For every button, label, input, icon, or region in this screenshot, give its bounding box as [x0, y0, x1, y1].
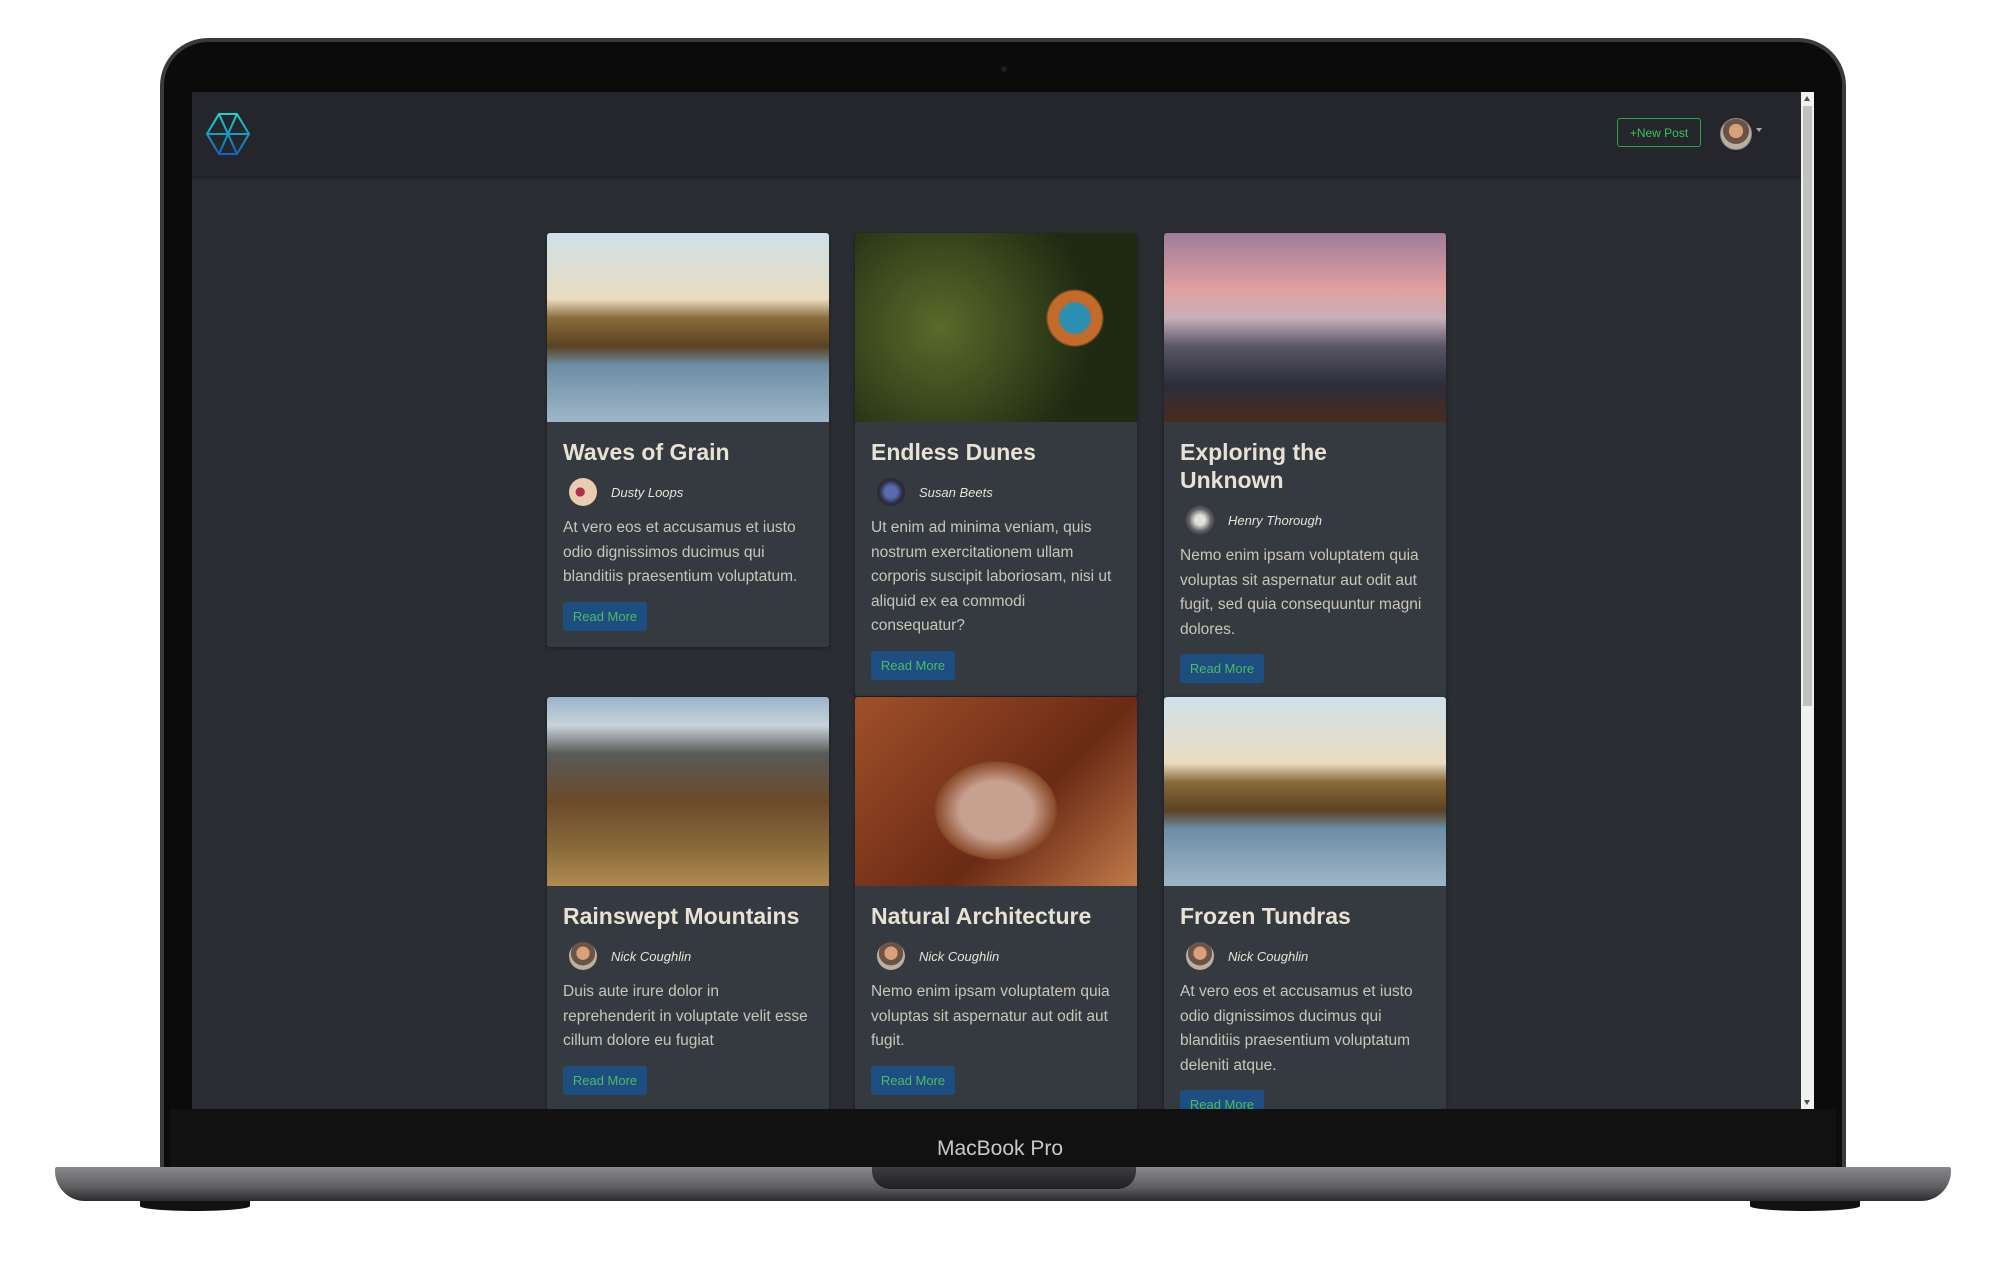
author-name: Dusty Loops [611, 484, 684, 500]
navbar: +New Post [192, 92, 1801, 176]
author-name: Nick Coughlin [611, 948, 692, 964]
post-image[interactable] [855, 697, 1137, 886]
post-title[interactable]: Waves of Grain [563, 438, 813, 466]
device-label: MacBook Pro [936, 1137, 1064, 1160]
post-excerpt: Nemo enim ipsam voluptatem quia voluptas… [871, 983, 1110, 1049]
post-title[interactable]: Frozen Tundras [1180, 902, 1430, 930]
post-card: Natural Architecture Nick Coughlin Nemo … [855, 697, 1137, 1109]
read-more-button[interactable]: Read More [871, 1065, 955, 1095]
post-image[interactable] [855, 233, 1137, 422]
post-card: Endless Dunes Susan Beets Ut enim ad min… [855, 233, 1137, 696]
laptop-notch [872, 1167, 1136, 1189]
laptop-foot [140, 1201, 250, 1211]
author-avatar [1186, 942, 1214, 970]
author-name: Henry Thorough [1228, 512, 1322, 528]
scrollbar[interactable] [1801, 92, 1814, 1109]
post-card: Exploring the Unknown Henry Thorough Nem… [1164, 233, 1446, 699]
post-image[interactable] [547, 233, 829, 422]
post-author: Dusty Loops [569, 478, 813, 506]
author-name: Nick Coughlin [919, 948, 1000, 964]
author-avatar [877, 478, 905, 506]
caret-down-icon[interactable] [1756, 128, 1762, 132]
post-title[interactable]: Exploring the Unknown [1180, 438, 1430, 494]
post-excerpt: Duis aute irure dolor in reprehenderit i… [563, 983, 808, 1049]
camera [1001, 66, 1007, 72]
read-more-button[interactable]: Read More [563, 601, 647, 631]
post-author: Susan Beets [877, 478, 1121, 506]
post-image[interactable] [1164, 697, 1446, 886]
read-more-button[interactable]: Read More [1180, 654, 1264, 683]
author-avatar [569, 942, 597, 970]
post-author: Nick Coughlin [569, 942, 813, 970]
new-post-button[interactable]: +New Post [1617, 118, 1701, 147]
post-author: Henry Thorough [1186, 506, 1430, 534]
post-image[interactable] [547, 697, 829, 886]
post-author: Nick Coughlin [1186, 942, 1430, 970]
author-avatar [877, 942, 905, 970]
post-excerpt: Ut enim ad minima veniam, quis nostrum e… [871, 519, 1112, 634]
read-more-button[interactable]: Read More [1180, 1090, 1264, 1109]
post-author: Nick Coughlin [877, 942, 1121, 970]
read-more-button[interactable]: Read More [563, 1065, 647, 1095]
screen: +New Post Waves of Grain Dusty Loops At … [192, 92, 1814, 1109]
post-card: Waves of Grain Dusty Loops At vero eos e… [547, 233, 829, 647]
read-more-button[interactable]: Read More [871, 650, 955, 680]
author-avatar [1186, 506, 1214, 534]
author-name: Susan Beets [919, 484, 993, 500]
logo-icon[interactable] [205, 112, 251, 156]
scroll-down-arrow-icon[interactable] [1804, 1100, 1810, 1105]
post-image[interactable] [1164, 233, 1446, 422]
post-excerpt: At vero eos et accusamus et iusto odio d… [563, 519, 798, 585]
post-card: Frozen Tundras Nick Coughlin At vero eos… [1164, 697, 1446, 1109]
author-name: Nick Coughlin [1228, 948, 1309, 964]
post-excerpt: Nemo enim ipsam voluptatem quia voluptas… [1180, 547, 1422, 638]
post-card: Rainswept Mountains Nick Coughlin Duis a… [547, 697, 829, 1109]
post-title[interactable]: Endless Dunes [871, 438, 1121, 466]
laptop-foot [1750, 1201, 1860, 1211]
post-excerpt: At vero eos et accusamus et iusto odio d… [1180, 983, 1413, 1074]
scroll-up-arrow-icon[interactable] [1804, 96, 1810, 101]
user-avatar[interactable] [1720, 118, 1752, 150]
scrollbar-thumb[interactable] [1803, 106, 1812, 706]
post-title[interactable]: Rainswept Mountains [563, 902, 813, 930]
post-title[interactable]: Natural Architecture [871, 902, 1121, 930]
author-avatar [569, 478, 597, 506]
